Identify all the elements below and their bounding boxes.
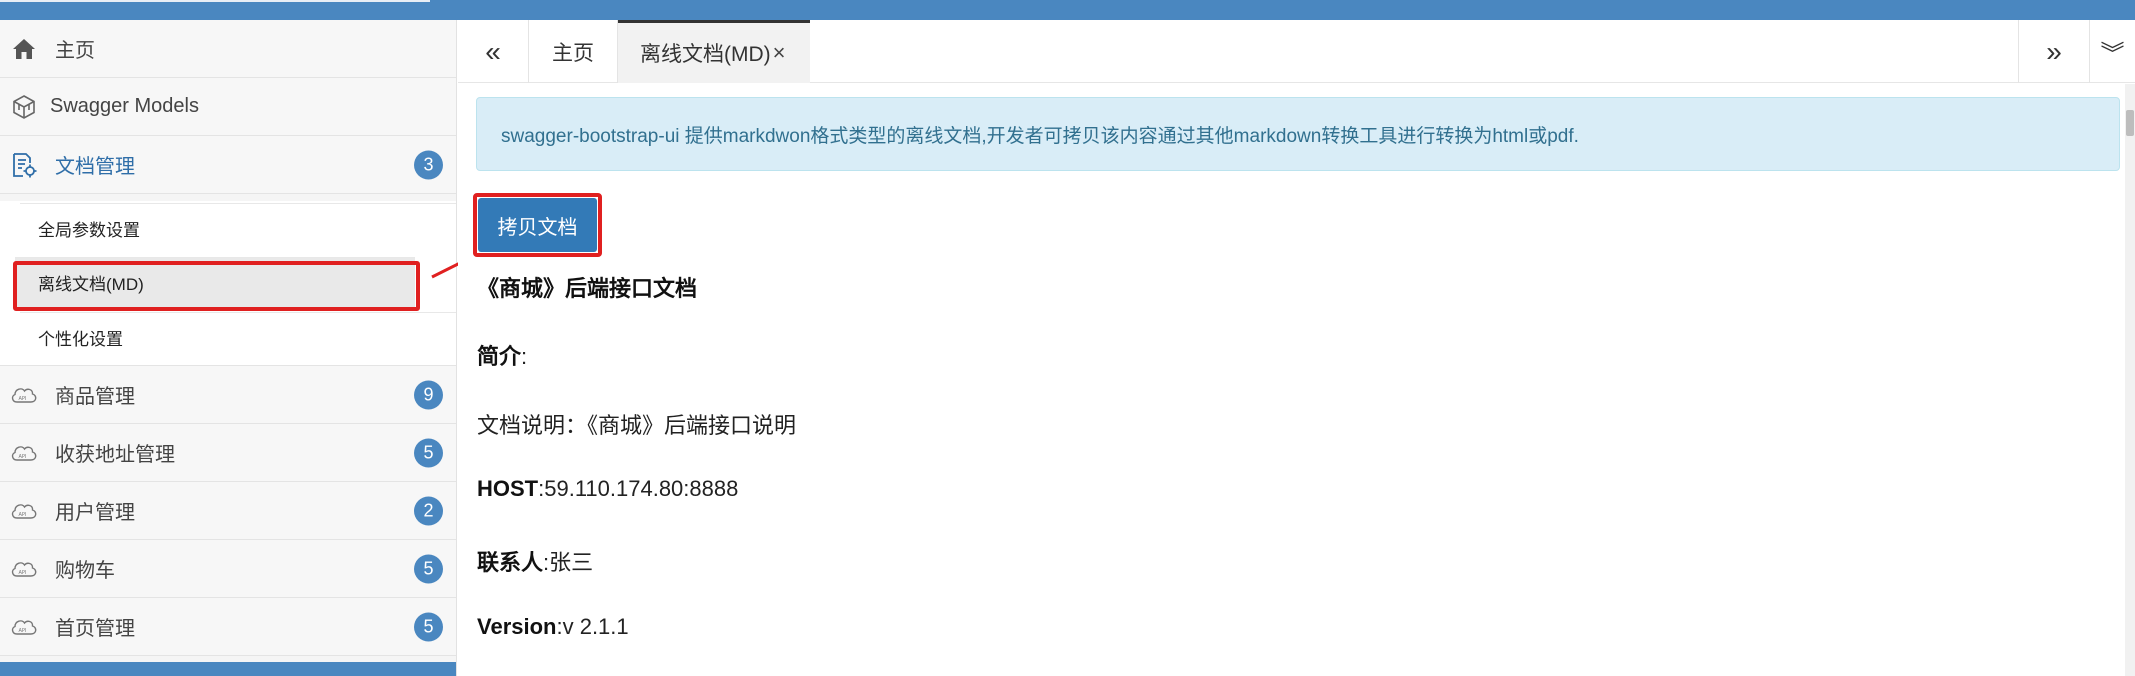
tab-more-button[interactable]: ︾: [2090, 20, 2135, 83]
submenu-item-global-params[interactable]: 全局参数设置: [20, 203, 456, 253]
doc-host: HOST:59.110.174.80:8888: [477, 476, 738, 502]
doc-gear-icon: [10, 151, 38, 179]
host-label: HOST: [477, 476, 539, 501]
copy-doc-button[interactable]: 拷贝文档: [478, 198, 597, 252]
double-chevron-left-icon: «: [485, 35, 501, 67]
sidebar-footer-bar: [0, 662, 456, 676]
intro-label: 简介: [477, 344, 522, 369]
sidebar-item-label: 收获地址管理: [55, 444, 175, 466]
svg-text:API: API: [19, 454, 27, 460]
sidebar-item-label: Swagger Models: [50, 95, 199, 117]
sidebar-item-shopping-cart[interactable]: API 购物车 5: [0, 540, 456, 598]
api-cloud-icon: API: [10, 439, 38, 467]
api-cloud-icon: API: [10, 613, 38, 641]
doc-title: 《商城》后端接口文档: [477, 271, 697, 303]
svg-text:API: API: [19, 396, 27, 402]
version-label: Version: [477, 614, 557, 639]
doc-management-submenu: 全局参数设置 离线文档(MD) 个性化设置: [0, 201, 456, 366]
tab-bar: « 主页 离线文档(MD) × » ︾: [458, 20, 2135, 83]
svg-text:API: API: [19, 512, 27, 518]
count-badge: 2: [414, 496, 443, 525]
tab-scroll-right-button[interactable]: »: [2019, 20, 2089, 83]
sidebar: 主页 Swagger Models 文档管理 3 全局参数设置 离线文档(MD)…: [0, 20, 457, 676]
tab-label: 离线文档(MD): [640, 43, 771, 66]
api-cloud-icon: API: [10, 381, 38, 409]
svg-text:API: API: [19, 628, 27, 634]
close-icon[interactable]: ×: [773, 40, 786, 66]
svg-text:API: API: [19, 570, 27, 576]
home-icon: [10, 35, 38, 63]
submenu-item-label: 个性化设置: [38, 330, 123, 349]
info-alert: swagger-bootstrap-ui 提供markdwon格式类型的离线文档…: [476, 97, 2120, 171]
version-value: :v 2.1.1: [556, 614, 629, 639]
doc-description: 文档说明：《商城》后端接口说明: [477, 413, 797, 438]
main-content: swagger-bootstrap-ui 提供markdwon格式类型的离线文档…: [458, 84, 2125, 676]
tab-scroll-left-button[interactable]: «: [458, 20, 528, 83]
count-badge: 5: [414, 612, 443, 641]
count-badge: 5: [414, 554, 443, 583]
intro-separator: :: [521, 344, 528, 369]
sidebar-item-label: 商品管理: [55, 386, 135, 408]
submenu-item-offline-doc[interactable]: 离线文档(MD): [15, 257, 415, 307]
api-cloud-icon: API: [10, 555, 38, 583]
contact-value: :张三: [543, 550, 594, 575]
tab-offline-doc[interactable]: 离线文档(MD) ×: [618, 20, 810, 83]
sidebar-item-homepage-management[interactable]: API 首页管理 5: [0, 598, 456, 656]
scrollbar-thumb[interactable]: [2126, 110, 2134, 136]
sidebar-item-user-management[interactable]: API 用户管理 2: [0, 482, 456, 540]
count-badge: 3: [414, 150, 443, 179]
doc-contact: 联系人:张三: [477, 545, 593, 577]
cube-icon: [10, 93, 38, 121]
sidebar-item-home[interactable]: 主页: [0, 20, 456, 78]
submenu-item-label: 全局参数设置: [38, 221, 140, 240]
sidebar-item-label: 主页: [55, 40, 95, 62]
count-badge: 9: [414, 380, 443, 409]
sidebar-item-address-management[interactable]: API 收获地址管理 5: [0, 424, 456, 482]
sidebar-item-swagger-models[interactable]: Swagger Models: [0, 78, 456, 136]
doc-version: Version:v 2.1.1: [477, 614, 629, 640]
api-cloud-icon: API: [10, 497, 38, 525]
sidebar-item-label: 用户管理: [55, 502, 135, 524]
tab-home[interactable]: 主页: [529, 20, 617, 83]
content-scrollbar[interactable]: [2125, 84, 2135, 676]
sidebar-item-product-management[interactable]: API 商品管理 9: [0, 366, 456, 424]
double-chevron-right-icon: »: [2046, 35, 2062, 67]
count-badge: 5: [414, 438, 443, 467]
top-header-bar: [0, 0, 2135, 20]
top-header-strip: [0, 0, 430, 2]
submenu-item-label: 离线文档(MD): [38, 275, 144, 294]
sidebar-item-doc-management[interactable]: 文档管理 3: [0, 136, 456, 194]
sidebar-item-label: 首页管理: [55, 618, 135, 640]
submenu-item-personalization[interactable]: 个性化设置: [20, 312, 456, 362]
contact-label: 联系人: [477, 550, 544, 575]
host-value: :59.110.174.80:8888: [538, 476, 739, 501]
sidebar-item-label: 文档管理: [55, 156, 135, 178]
tab-label: 主页: [552, 41, 594, 65]
double-chevron-down-icon: ︾: [2100, 41, 2125, 68]
doc-intro: 简介:: [477, 339, 527, 371]
sidebar-item-label: 购物车: [55, 560, 115, 582]
doc-title-text: 《商城》后端接口文档: [477, 276, 698, 301]
